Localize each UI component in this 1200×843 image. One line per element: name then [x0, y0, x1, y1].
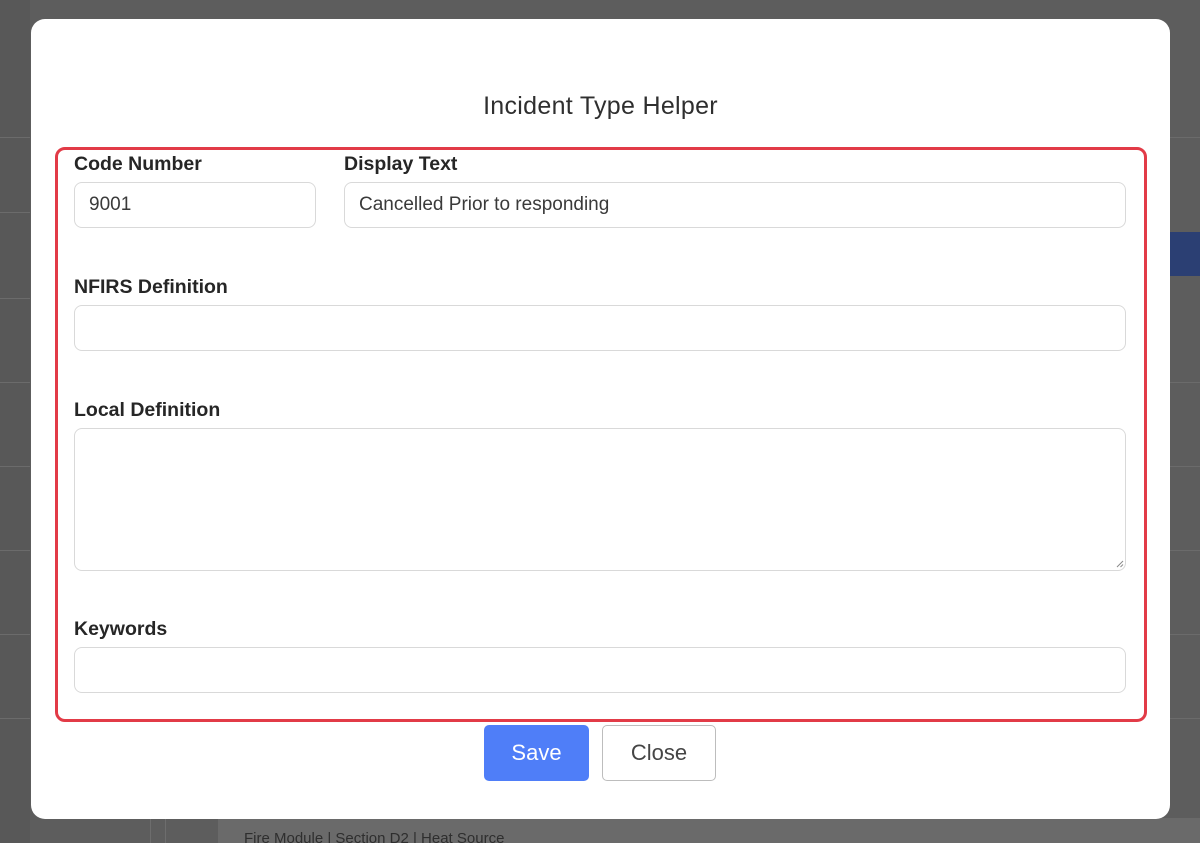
modal-title: Incident Type Helper	[483, 92, 718, 120]
background-divider	[0, 212, 30, 213]
close-button[interactable]: Close	[602, 725, 716, 781]
keywords-input[interactable]	[74, 647, 1126, 693]
nfirs-definition-label: NFIRS Definition	[74, 276, 228, 298]
background-divider	[1170, 137, 1200, 138]
display-text-input[interactable]	[344, 182, 1126, 228]
background-divider	[0, 634, 30, 635]
nfirs-definition-input[interactable]	[74, 305, 1126, 351]
background-selected-row	[1170, 232, 1200, 276]
background-left-rail	[0, 0, 30, 843]
incident-type-helper-modal: Incident Type Helper Code Number Display…	[31, 19, 1170, 819]
background-divider	[0, 718, 30, 719]
code-number-input[interactable]	[74, 182, 316, 228]
background-divider	[0, 382, 30, 383]
background-divider	[0, 466, 30, 467]
save-button[interactable]: Save	[484, 725, 589, 781]
background-divider	[150, 819, 151, 843]
local-definition-label: Local Definition	[74, 399, 221, 421]
resize-handle-icon[interactable]	[1115, 559, 1124, 568]
background-divider	[165, 819, 166, 843]
background-divider	[1170, 718, 1200, 719]
background-divider	[0, 137, 30, 138]
display-text-label: Display Text	[344, 153, 458, 175]
background-divider	[1170, 550, 1200, 551]
code-number-label: Code Number	[74, 153, 202, 175]
background-divider	[0, 550, 30, 551]
background-divider	[1170, 382, 1200, 383]
background-breadcrumb: Fire Module | Section D2 | Heat Source	[244, 830, 505, 843]
keywords-label: Keywords	[74, 618, 168, 640]
local-definition-textarea[interactable]	[74, 428, 1126, 571]
background-divider	[1170, 634, 1200, 635]
background-divider	[1170, 466, 1200, 467]
background-divider	[0, 298, 30, 299]
